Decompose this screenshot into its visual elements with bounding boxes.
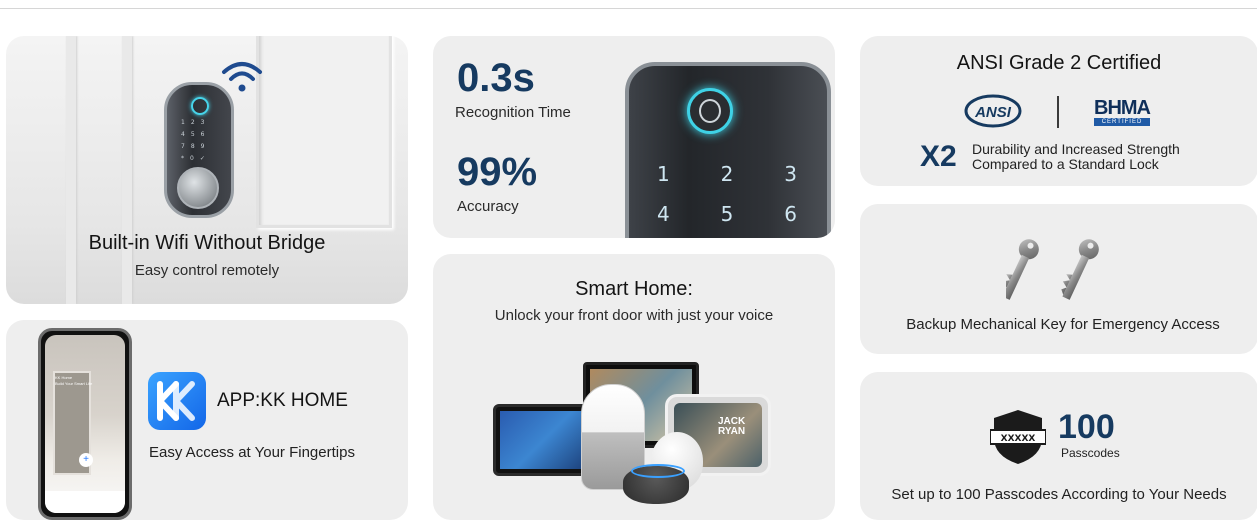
kk-home-app-icon — [148, 372, 206, 430]
backup-key-card: Backup Mechanical Key for Emergency Acce… — [860, 204, 1257, 354]
keypad-row: 4 5 6 — [657, 202, 797, 226]
backup-key-text: Backup Mechanical Key for Emergency Acce… — [906, 316, 1220, 333]
lock-keypad: 123 456 789 *0✓ — [181, 119, 211, 162]
keypad-key: 3 — [784, 162, 797, 186]
keypad-row: 1 2 3 — [657, 162, 797, 186]
keys-icon — [1006, 239, 1099, 300]
phone-tab-bar — [45, 491, 125, 513]
keypad-key: 5 — [720, 202, 734, 226]
phone-screen: KK Home Build Your Smart Life + — [45, 335, 125, 513]
app-subtitle: Easy Access at Your Fingertips — [149, 444, 355, 461]
passcode-count-label: Passcodes — [1061, 446, 1120, 460]
bhma-logo: BHMA CERTIFIED — [1094, 97, 1151, 126]
ansi-logo: ANSI — [964, 94, 1022, 128]
svg-text:ANSI: ANSI — [974, 104, 1012, 121]
app-name: APP:KK HOME — [217, 390, 348, 411]
wifi-title: Built-in Wifi Without Bridge — [88, 232, 326, 254]
passcodes-card: XXXXX 100 Passcodes Set up to 100 Passco… — [860, 372, 1257, 520]
door-panel — [256, 36, 392, 228]
accuracy-value: 99% — [457, 150, 538, 194]
wifi-feature-card: 123 456 789 *0✓ Built-in Wifi Without Br… — [6, 36, 408, 304]
ansi-title: ANSI Grade 2 Certified — [956, 52, 1162, 74]
smart-home-card: Smart Home: Unlock your front door with … — [433, 254, 835, 520]
top-divider — [0, 8, 1257, 9]
smart-home-title: Smart Home: — [575, 278, 693, 300]
tablet-device-image — [493, 404, 595, 476]
recognition-time-value: 0.3s — [457, 56, 535, 100]
fingerprint-icon — [191, 97, 209, 115]
lock-knob — [177, 167, 219, 209]
echo-dot-light-ring — [631, 464, 685, 478]
svg-text:XXXXX: XXXXX — [1001, 434, 1036, 444]
phone-image: KK Home Build Your Smart Life + — [38, 328, 132, 520]
phone-app-text: KK Home Build Your Smart Life — [55, 375, 93, 386]
keypad-key: 4 — [657, 202, 670, 226]
keypad-key: 6 — [784, 202, 797, 226]
smart-lock-image: 123 456 789 *0✓ — [164, 82, 234, 218]
keypad-key: 1 — [657, 162, 670, 186]
echo-show-screen-text: JACK RYAN — [718, 416, 746, 437]
smart-home-subtitle: Unlock your front door with just your vo… — [494, 307, 774, 324]
fingerprint-sensor-icon — [687, 88, 733, 134]
ansi-certification-card: ANSI Grade 2 Certified ANSI BHMA CERTIFI… — [860, 36, 1257, 186]
keypad-key: 2 — [720, 162, 734, 186]
wifi-subtitle: Easy control remotely — [134, 262, 280, 279]
keypad-image: 1 2 3 4 5 6 — [625, 62, 831, 238]
shield-icon: XXXXX — [990, 410, 1046, 464]
passcodes-text: Set up to 100 Passcodes According to You… — [891, 486, 1227, 503]
durability-multiplier: X2 — [920, 140, 957, 173]
bhma-certified-tag: CERTIFIED — [1094, 118, 1150, 126]
phone-add-button: + — [79, 453, 93, 467]
recognition-time-label: Recognition Time — [455, 104, 571, 121]
passcode-count: 100 — [1058, 408, 1115, 446]
accuracy-label: Accuracy — [457, 198, 519, 215]
bhma-logo-text: BHMA — [1094, 97, 1151, 119]
logo-divider — [1057, 96, 1059, 128]
durability-text: Durability and Increased Strength Compar… — [972, 141, 1180, 172]
recognition-card: 0.3s Recognition Time 99% Accuracy 1 2 3… — [433, 36, 835, 238]
app-feature-card: KK Home Build Your Smart Life + APP:KK HO… — [6, 320, 408, 520]
wifi-icon — [222, 62, 262, 92]
